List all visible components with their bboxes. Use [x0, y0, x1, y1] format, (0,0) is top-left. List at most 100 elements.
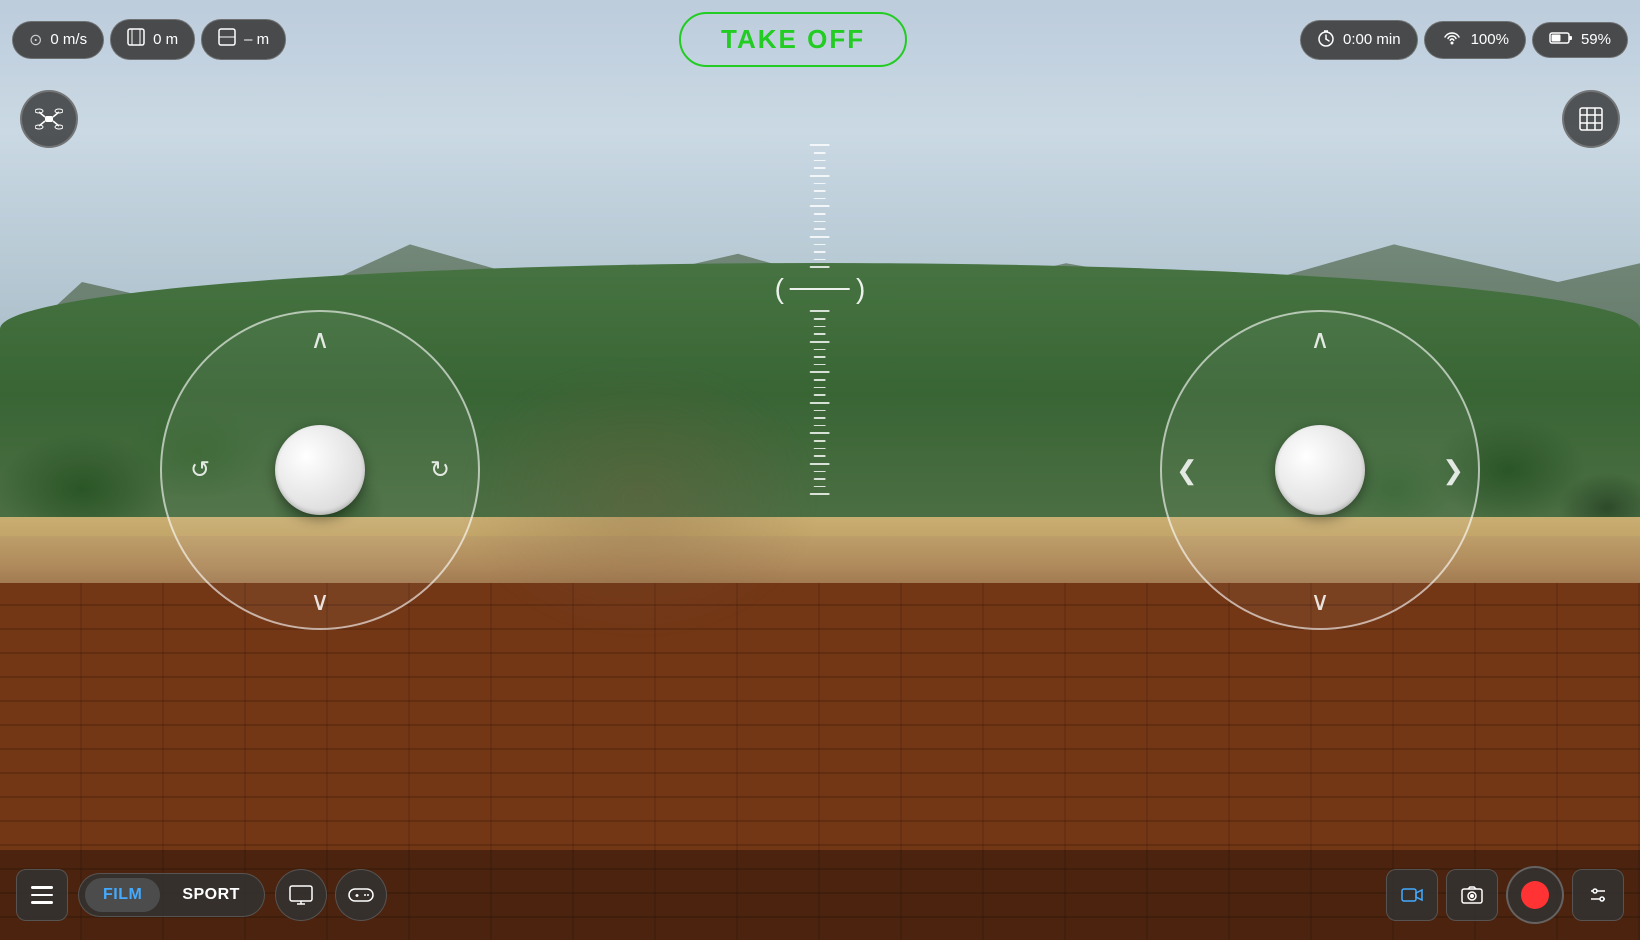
- ruler-tick: [810, 266, 830, 268]
- right-joystick-left-arrow: ❮: [1176, 457, 1198, 483]
- altitude-ruler: ( ): [775, 141, 866, 799]
- drone-icon: [35, 105, 63, 133]
- signal-value: 100%: [1471, 31, 1509, 48]
- right-joystick-thumb[interactable]: [1275, 425, 1365, 515]
- ruler-tick: [814, 410, 826, 412]
- distance-stat: 0 m: [110, 19, 195, 60]
- right-joystick-ring[interactable]: ∧ ∨ ❮ ❯: [1160, 310, 1480, 630]
- battery-value: 59%: [1581, 31, 1611, 48]
- right-joystick[interactable]: ∧ ∨ ❮ ❯: [1160, 310, 1480, 630]
- left-bracket: (: [775, 275, 784, 303]
- ruler-tick: [814, 318, 826, 320]
- ruler-tick: [814, 244, 826, 246]
- monkey-subject: [459, 357, 820, 639]
- ruler-tick: [814, 394, 826, 396]
- view-mode-icons: [275, 869, 387, 921]
- left-joystick-thumb[interactable]: [275, 425, 365, 515]
- signal-icon: [1441, 30, 1463, 50]
- battery-stat: 59%: [1532, 22, 1628, 58]
- ruler-tick: [814, 448, 826, 450]
- record-button[interactable]: [1506, 866, 1564, 924]
- ruler-tick: [814, 167, 826, 169]
- battery-icon: [1549, 31, 1573, 49]
- ruler-tick: [810, 236, 830, 238]
- ruler-tick: [810, 341, 830, 343]
- ruler-tick: [814, 259, 826, 261]
- right-joystick-down-arrow: ∨: [1310, 588, 1329, 614]
- ruler-tick: [814, 213, 826, 215]
- left-joystick-rotate-left-arrow: ↺: [190, 456, 210, 485]
- menu-line: [31, 901, 53, 904]
- speed-icon: ⊙: [29, 30, 42, 50]
- ruler-tick: [810, 175, 830, 177]
- flight-mode-selector: FILM SPORT: [78, 873, 265, 917]
- speed-stat: ⊙ 0 m/s: [12, 21, 104, 59]
- left-joystick-up-arrow: ∧: [310, 326, 329, 352]
- ruler-tick: [814, 183, 826, 185]
- settings-button[interactable]: [1572, 869, 1624, 921]
- ruler-tick: [810, 310, 830, 312]
- left-joystick-ring[interactable]: ∧ ∨ ↺ ↻: [160, 310, 480, 630]
- ruler-tick: [814, 425, 826, 427]
- right-joystick-up-arrow: ∧: [1310, 326, 1329, 352]
- menu-button[interactable]: [16, 869, 68, 921]
- ruler-tick: [814, 364, 826, 366]
- video-mode-button[interactable]: [1386, 869, 1438, 921]
- horizon-indicator: ( ): [775, 275, 866, 303]
- altitude-icon: [218, 28, 236, 51]
- distance-value: 0 m: [153, 31, 178, 48]
- timer-icon: [1317, 29, 1335, 51]
- film-mode-button[interactable]: FILM: [85, 878, 160, 912]
- hud-top-bar: ⊙ 0 m/s 0 m – m TAKE OFF: [12, 12, 1628, 67]
- monitor-view-button[interactable]: [275, 869, 327, 921]
- ruler-tick: [814, 455, 826, 457]
- ruler-tick: [814, 478, 826, 480]
- ruler-tick: [810, 371, 830, 373]
- ruler-tick: [810, 144, 830, 146]
- ruler-tick: [814, 379, 826, 381]
- hud-left-stats: ⊙ 0 m/s 0 m – m: [12, 19, 286, 60]
- ruler-tick: [814, 228, 826, 230]
- ruler-tick: [814, 387, 826, 389]
- ruler-tick: [810, 205, 830, 207]
- ruler-tick: [814, 221, 826, 223]
- ruler-tick: [814, 440, 826, 442]
- ruler-tick: [814, 417, 826, 419]
- gamepad-view-button[interactable]: [335, 869, 387, 921]
- hud-right-stats: 0:00 min 100%: [1300, 20, 1628, 60]
- grid-view-button[interactable]: [1562, 90, 1620, 148]
- grid-icon: [1578, 106, 1604, 132]
- take-off-button[interactable]: TAKE OFF: [679, 12, 907, 67]
- ruler-tick: [814, 326, 826, 328]
- sport-mode-button[interactable]: SPORT: [164, 878, 258, 912]
- altitude-value: – m: [244, 31, 269, 48]
- bottom-left-controls: FILM SPORT: [16, 869, 387, 921]
- right-bracket: ): [856, 275, 865, 303]
- photo-mode-button[interactable]: [1446, 869, 1498, 921]
- ruler-tick: [814, 190, 826, 192]
- left-joystick-rotate-right-arrow: ↻: [430, 456, 450, 485]
- right-joystick-right-arrow: ❯: [1442, 457, 1464, 483]
- ruler-ticks: ( ): [775, 141, 866, 498]
- timer-stat: 0:00 min: [1300, 20, 1418, 60]
- photo-icon: [1461, 886, 1483, 904]
- bottom-right-controls: [1386, 866, 1624, 924]
- video-icon: [1401, 887, 1423, 903]
- ruler-tick: [814, 349, 826, 351]
- gamepad-icon: [348, 886, 374, 904]
- ruler-tick: [814, 152, 826, 154]
- bottom-bar: FILM SPORT: [0, 850, 1640, 940]
- ruler-tick: [814, 486, 826, 488]
- ruler-tick: [814, 198, 826, 200]
- ruler-tick: [814, 251, 826, 253]
- menu-line: [31, 894, 53, 897]
- left-joystick[interactable]: ∧ ∨ ↺ ↻: [160, 310, 480, 630]
- signal-stat: 100%: [1424, 21, 1526, 59]
- ruler-tick: [814, 160, 826, 162]
- horizon-line-left: [790, 288, 850, 290]
- record-dot: [1521, 881, 1549, 909]
- ruler-tick: [814, 471, 826, 473]
- ruler-tick: [810, 432, 830, 434]
- altitude-stat: – m: [201, 19, 286, 60]
- drone-mode-button[interactable]: [20, 90, 78, 148]
